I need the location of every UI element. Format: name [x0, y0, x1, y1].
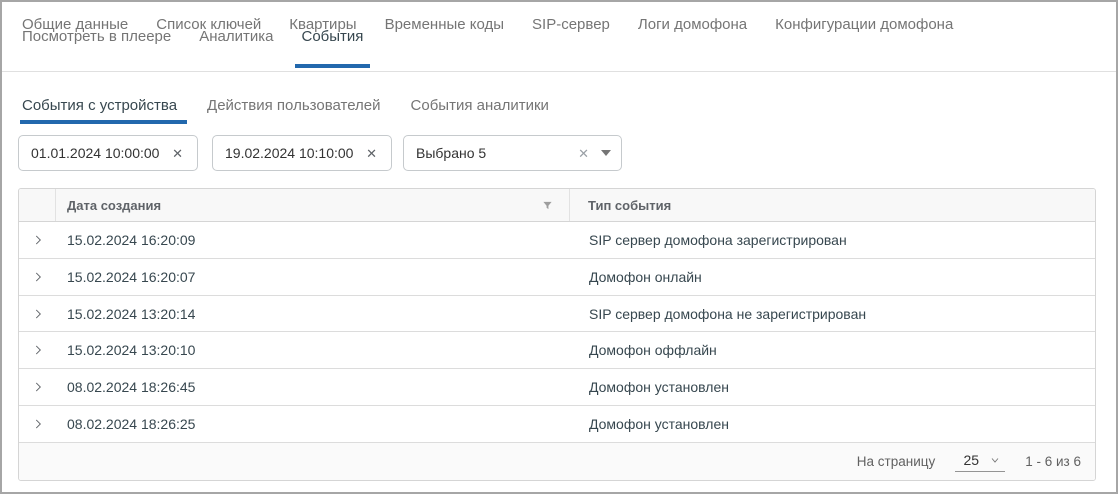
- clear-icon[interactable]: ✕: [362, 145, 381, 162]
- row-expand-button[interactable]: [19, 307, 56, 321]
- event-type-select-value: Выбрано 5: [416, 145, 574, 161]
- per-page-label: На страницу: [857, 454, 935, 469]
- page-range-label: 1 - 6 из 6: [1025, 454, 1081, 469]
- date-from-value[interactable]: 01.01.2024 10:00:00: [31, 145, 168, 161]
- table-row[interactable]: 08.02.2024 18:26:45 Домофон установлен: [19, 369, 1095, 406]
- secondary-tabbar: Посмотреть в плеере Аналитика События: [22, 2, 1106, 71]
- row-expand-button[interactable]: [19, 417, 56, 431]
- date-to-value[interactable]: 19.02.2024 10:10:00: [225, 145, 362, 161]
- page: Общие данные Список ключей Квартиры Врем…: [0, 0, 1118, 494]
- row-event-type: SIP сервер домофона не зарегистрирован: [570, 306, 1095, 322]
- tab-events[interactable]: События: [302, 5, 364, 68]
- clear-icon[interactable]: ✕: [168, 145, 187, 162]
- row-event-type: Домофон установлен: [570, 379, 1095, 395]
- active-tab-underline: [295, 64, 371, 68]
- row-event-type: Домофон онлайн: [570, 269, 1095, 285]
- type-column-label: Тип события: [588, 198, 671, 213]
- table-pagination: На страницу 25 1 - 6 из 6: [19, 443, 1095, 480]
- row-event-type: SIP сервер домофона зарегистрирован: [570, 232, 1095, 248]
- clear-icon[interactable]: ✕: [574, 145, 593, 162]
- chevron-down-icon[interactable]: [601, 150, 611, 156]
- row-date: 15.02.2024 16:20:09: [56, 232, 570, 248]
- date-to-input[interactable]: 19.02.2024 10:10:00 ✕: [212, 135, 392, 171]
- type-column-header: Тип события: [570, 189, 1095, 221]
- tab-view-in-player[interactable]: Посмотреть в плеере: [22, 5, 171, 68]
- per-page-select[interactable]: 25: [955, 452, 1005, 472]
- row-event-type: Домофон установлен: [570, 416, 1095, 432]
- row-date: 15.02.2024 16:20:07: [56, 269, 570, 285]
- expand-column-header: [19, 189, 56, 221]
- row-expand-button[interactable]: [19, 343, 56, 357]
- table-row[interactable]: 15.02.2024 16:20:09 SIP сервер домофона …: [19, 222, 1095, 259]
- table-row[interactable]: 15.02.2024 13:20:10 Домофон оффлайн: [19, 332, 1095, 369]
- row-date: 08.02.2024 18:26:45: [56, 379, 570, 395]
- date-column-header: Дата создания: [56, 189, 570, 221]
- subtab-analytics-events[interactable]: События аналитики: [411, 93, 549, 124]
- table-body: 15.02.2024 16:20:09 SIP сервер домофона …: [19, 222, 1095, 443]
- table-row[interactable]: 08.02.2024 18:26:25 Домофон установлен: [19, 406, 1095, 443]
- tab-analytics[interactable]: Аналитика: [199, 5, 273, 68]
- row-expand-button[interactable]: [19, 270, 56, 284]
- row-date: 15.02.2024 13:20:14: [56, 306, 570, 322]
- table-row[interactable]: 15.02.2024 13:20:14 SIP сервер домофона …: [19, 296, 1095, 333]
- subtab-device-events[interactable]: События с устройства: [22, 93, 177, 124]
- table-row[interactable]: 15.02.2024 16:20:07 Домофон онлайн: [19, 259, 1095, 296]
- filter-funnel-icon[interactable]: [542, 200, 553, 211]
- subtab-user-actions[interactable]: Действия пользователей: [207, 93, 380, 124]
- event-type-select[interactable]: Выбрано 5 ✕: [403, 135, 622, 171]
- row-date: 08.02.2024 18:26:25: [56, 416, 570, 432]
- active-subtab-underline: [20, 120, 187, 124]
- date-from-input[interactable]: 01.01.2024 10:00:00 ✕: [18, 135, 198, 171]
- events-subtabs: События с устройства Действия пользовате…: [22, 93, 549, 124]
- row-expand-button[interactable]: [19, 380, 56, 394]
- chevron-down-icon: [989, 454, 1001, 466]
- date-column-label: Дата создания: [67, 198, 161, 213]
- table-header: Дата создания Тип события: [19, 189, 1095, 222]
- row-event-type: Домофон оффлайн: [570, 342, 1095, 358]
- row-expand-button[interactable]: [19, 233, 56, 247]
- row-date: 15.02.2024 13:20:10: [56, 342, 570, 358]
- header-tab-block: Общие данные Список ключей Квартиры Врем…: [2, 2, 1116, 72]
- events-table: Дата создания Тип события 15.02.2024 16:…: [18, 188, 1096, 481]
- per-page-value: 25: [963, 452, 979, 468]
